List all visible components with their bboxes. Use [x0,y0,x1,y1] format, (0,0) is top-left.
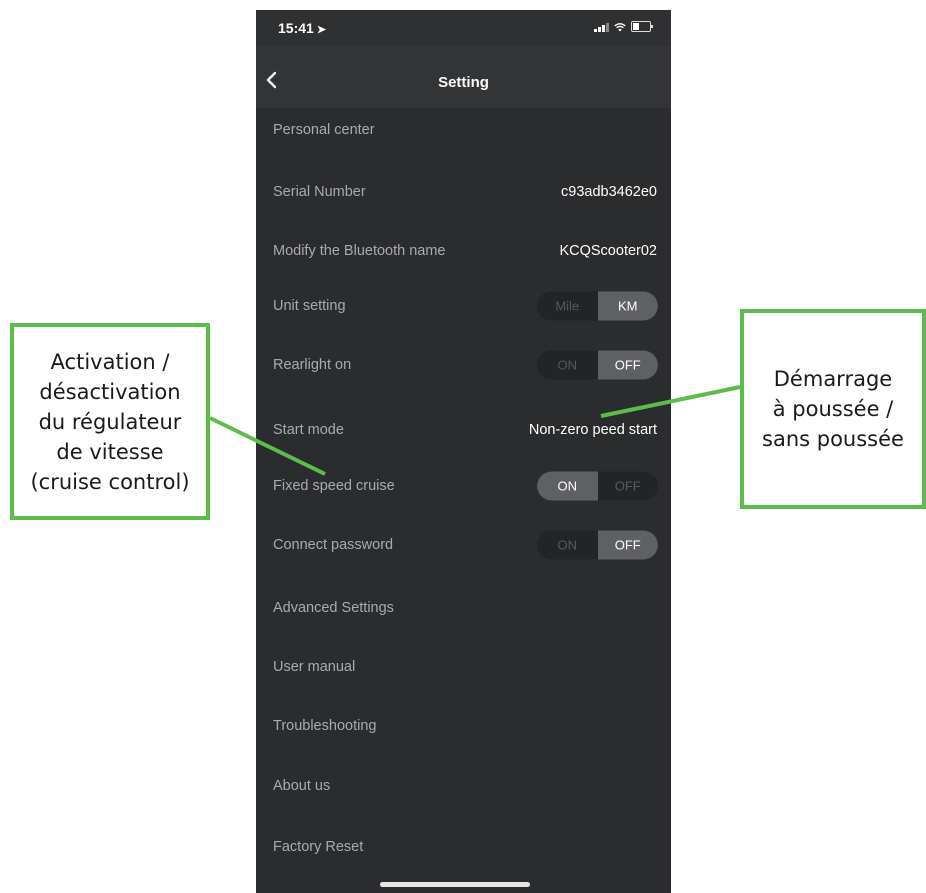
row-advanced-settings[interactable]: Advanced Settings [256,578,671,638]
unit-option-mile[interactable]: Mile [537,292,598,321]
row-label: Connect password [273,537,394,553]
row-rearlight: Rearlight on ON OFF [256,335,671,395]
signal-icon [594,22,609,32]
row-label: Modify the Bluetooth name [273,243,446,259]
row-label: Start mode [273,422,344,438]
row-start-mode[interactable]: Start mode Non-zero peed start [256,400,671,460]
row-label: Troubleshooting [273,718,377,734]
status-icons [594,21,653,32]
phone-screen: 15:41 ➤ Setting Personal center Serial Nu… [256,10,671,893]
row-label: User manual [273,659,356,675]
row-connect-password: Connect password ON OFF [256,515,671,575]
row-bluetooth-name[interactable]: Modify the Bluetooth name KCQScooter02 [256,221,671,281]
start-mode-value: Non-zero peed start [528,422,657,438]
nav-bar: Setting [256,46,671,108]
row-label: Serial Number [273,184,366,200]
row-label: Advanced Settings [273,600,394,616]
row-label: Factory Reset [273,839,364,855]
rearlight-toggle[interactable]: ON OFF [537,350,658,380]
location-arrow-icon: ➤ [316,24,327,36]
row-troubleshooting[interactable]: Troubleshooting [256,696,671,756]
callout-push-start: Démarrage à poussée / sans poussée [740,309,926,509]
rearlight-off-option[interactable]: OFF [597,350,658,380]
callout-cruise-control-text: Activation / désactivation du régulateur… [30,349,190,494]
callout-cruise-control: Activation / désactivation du régulateur… [10,323,210,520]
row-user-manual[interactable]: User manual [256,637,671,697]
unit-option-km[interactable]: KM [597,291,658,321]
home-indicator [380,882,530,887]
rearlight-on-option[interactable]: ON [537,351,598,380]
serial-number-value: c93adb3462e0 [561,184,657,200]
status-time: 15:41 ➤ [278,20,326,36]
password-on-option[interactable]: ON [537,531,598,560]
cruise-on-option[interactable]: ON [537,471,598,501]
clock-text: 15:41 [278,20,314,36]
row-label: Fixed speed cruise [273,478,395,494]
wifi-icon [614,22,626,31]
row-unit-setting: Unit setting Mile KM [256,276,671,336]
battery-icon [631,21,653,32]
row-factory-reset[interactable]: Factory Reset [256,817,671,877]
row-about-us[interactable]: About us [256,756,671,816]
row-serial-number: Serial Number c93adb3462e0 [256,162,671,222]
row-label: About us [273,778,331,794]
password-toggle[interactable]: ON OFF [537,530,658,560]
row-personal-center[interactable]: Personal center [256,100,671,160]
row-label: Unit setting [273,298,346,314]
bluetooth-name-value: KCQScooter02 [559,243,657,259]
password-off-option[interactable]: OFF [597,530,658,560]
cruise-off-option[interactable]: OFF [598,472,659,501]
page-title: Setting [438,74,489,91]
status-bar: 15:41 ➤ [256,10,671,46]
unit-toggle[interactable]: Mile KM [537,291,658,321]
callout-push-start-text: Démarrage à poussée / sans poussée [762,367,904,451]
row-fixed-speed-cruise: Fixed speed cruise ON OFF [256,456,671,516]
cruise-toggle[interactable]: ON OFF [537,471,659,501]
row-label: Personal center [273,122,375,138]
row-label: Rearlight on [273,357,352,373]
